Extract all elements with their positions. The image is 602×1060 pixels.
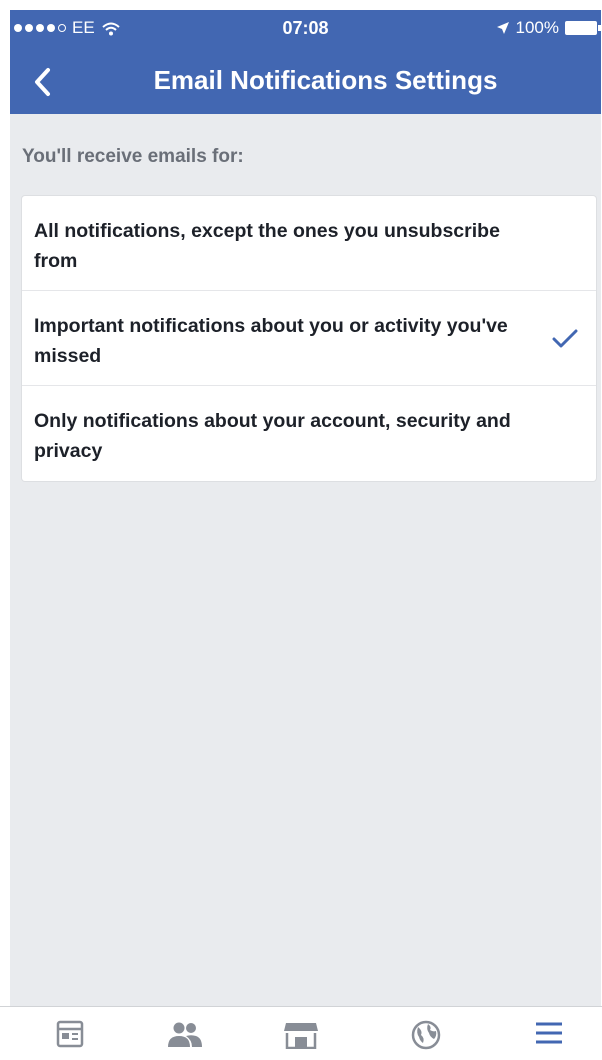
option-label: Only notifications about your account, s… xyxy=(34,410,511,462)
battery-icon xyxy=(565,21,601,35)
battery-percentage: 100% xyxy=(515,18,559,37)
option-label: Important notifications about you or act… xyxy=(34,315,508,367)
app-screen: EE 07:08 100% Email Notifications Settin… xyxy=(10,10,601,1059)
checkmark-icon xyxy=(552,329,578,348)
tab-menu[interactable] xyxy=(519,1019,579,1059)
header-bar: EE 07:08 100% Email Notifications Settin… xyxy=(10,10,601,114)
globe-icon xyxy=(411,1020,441,1050)
options-list: All notifications, except the ones you u… xyxy=(22,196,596,481)
news-feed-icon xyxy=(56,1020,84,1048)
marketplace-icon xyxy=(284,1023,318,1049)
status-bar: EE 07:08 100% xyxy=(10,10,601,50)
back-button[interactable] xyxy=(22,60,62,104)
page-title: Email Notifications Settings xyxy=(153,65,498,95)
section-label: You'll receive emails for: xyxy=(22,146,244,167)
chevron-left-icon xyxy=(35,68,50,96)
tab-marketplace[interactable] xyxy=(271,1019,331,1059)
tab-notifications-globe[interactable] xyxy=(396,1019,456,1059)
option-account-notifications[interactable]: Only notifications about your account, s… xyxy=(22,386,596,481)
option-label: All notifications, except the ones you u… xyxy=(34,220,500,272)
location-arrow-icon xyxy=(496,22,509,34)
friends-icon xyxy=(168,1022,202,1047)
menu-icon xyxy=(536,1022,562,1044)
option-all-notifications[interactable]: All notifications, except the ones you u… xyxy=(22,196,596,291)
tab-bar xyxy=(0,1006,602,1060)
tab-news-feed[interactable] xyxy=(40,1019,100,1059)
status-right: 100% xyxy=(496,18,601,38)
tab-friends[interactable] xyxy=(155,1019,215,1059)
navigation-row: Email Notifications Settings xyxy=(10,54,601,114)
option-important-notifications[interactable]: Important notifications about you or act… xyxy=(22,291,596,386)
